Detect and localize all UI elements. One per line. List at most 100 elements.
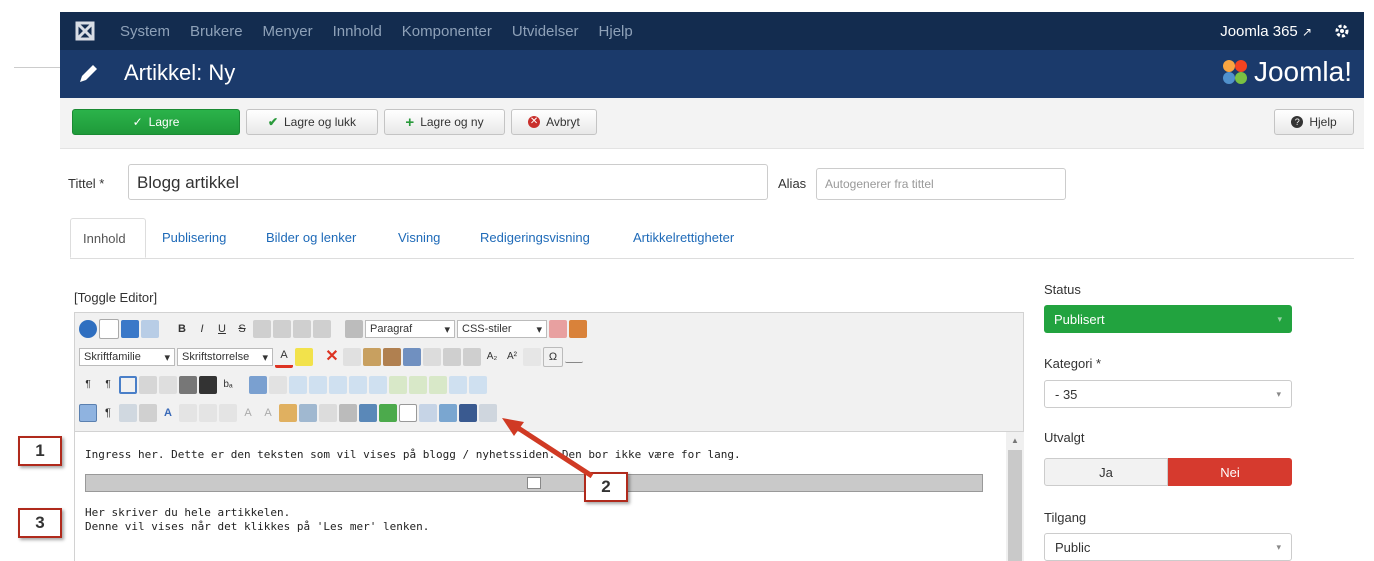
italic-icon[interactable]: I — [193, 320, 211, 338]
horizontal-rule-icon[interactable] — [565, 352, 583, 363]
highlight-color-icon[interactable] — [295, 348, 313, 366]
copy-icon[interactable] — [343, 348, 361, 366]
save-content-icon[interactable] — [459, 404, 477, 422]
featured-yes-button[interactable]: Ja — [1044, 458, 1168, 486]
alias-input[interactable]: Autogenerer fra tittel — [816, 168, 1066, 200]
quote-icon[interactable] — [345, 320, 363, 338]
col-after-icon[interactable] — [409, 376, 427, 394]
tab-publishing[interactable]: Publisering — [162, 218, 226, 258]
access-select[interactable]: Public ▾ — [1044, 533, 1292, 561]
superscript-icon[interactable]: A² — [503, 348, 521, 366]
undo-icon[interactable] — [121, 320, 139, 338]
cut-icon[interactable]: ✕ — [323, 348, 341, 366]
scroll-thumb[interactable] — [1008, 450, 1022, 561]
tab-content[interactable]: Innhold — [70, 218, 146, 258]
split-cells-icon[interactable] — [449, 376, 467, 394]
bullet-list-icon[interactable] — [463, 348, 481, 366]
save-new-button[interactable]: + Lagre og ny — [384, 109, 505, 135]
table-props-icon[interactable] — [269, 376, 287, 394]
font-size-select[interactable]: Skriftstorrelse ▾ — [177, 348, 273, 366]
numbered-list-icon[interactable] — [443, 348, 461, 366]
replace-icon[interactable]: bₐ — [219, 376, 237, 394]
menu-item-menus[interactable]: Menyer — [263, 23, 313, 40]
tab-editor-config[interactable]: Redigeringsvisning — [480, 218, 590, 258]
text-color-icon[interactable]: A — [275, 347, 293, 368]
show-blocks-icon[interactable]: ¶ — [99, 404, 117, 422]
align-left-icon[interactable] — [253, 320, 271, 338]
menu-item-components[interactable]: Komponenter — [402, 23, 492, 40]
preview-icon[interactable] — [139, 376, 157, 394]
cleanup-icon[interactable] — [569, 320, 587, 338]
tab-options[interactable]: Visning — [398, 218, 440, 258]
ltr-icon[interactable]: ¶ — [79, 376, 97, 394]
editor-scrollbar[interactable]: ▲ — [1006, 432, 1024, 561]
font-family-select[interactable]: Skriftfamilie ▾ — [79, 348, 175, 366]
fullscreen-icon[interactable] — [119, 376, 137, 394]
save-button[interactable]: ✓ Lagre — [72, 109, 240, 135]
save-close-button[interactable]: ✔ Lagre og lukk — [246, 109, 378, 135]
delete-row-icon[interactable] — [369, 376, 387, 394]
spellcheck-icon[interactable]: A — [159, 404, 177, 422]
menu-item-system[interactable]: System — [120, 23, 170, 40]
row-after-icon[interactable] — [349, 376, 367, 394]
menu-item-content[interactable]: Innhold — [333, 23, 382, 40]
help-icon[interactable] — [79, 320, 97, 338]
align-right-icon[interactable] — [293, 320, 311, 338]
toggle-editor-link[interactable]: [Toggle Editor] — [74, 290, 157, 305]
joomla-logo-icon[interactable] — [74, 20, 96, 42]
site-link[interactable]: Joomla 365 ↗ — [1220, 23, 1312, 40]
style-props-icon[interactable] — [119, 404, 137, 422]
special-char-icon[interactable]: Ω — [543, 347, 563, 367]
new-document-icon[interactable] — [99, 319, 119, 339]
delete-col-icon[interactable] — [429, 376, 447, 394]
table-icon[interactable] — [249, 376, 267, 394]
category-select[interactable]: - 35 ▾ — [1044, 380, 1292, 408]
print-icon[interactable] — [179, 376, 197, 394]
remove-format-icon[interactable] — [549, 320, 567, 338]
abbr-icon[interactable] — [139, 404, 157, 422]
underline-icon[interactable]: U — [213, 320, 231, 338]
cell-props-icon[interactable] — [309, 376, 327, 394]
media-icon[interactable] — [439, 404, 457, 422]
redo-icon[interactable] — [141, 320, 159, 338]
featured-no-button[interactable]: Nei — [1168, 458, 1292, 486]
layer-icon[interactable] — [279, 404, 297, 422]
template-insert-icon[interactable] — [419, 404, 437, 422]
del-icon[interactable] — [219, 404, 237, 422]
ins-icon[interactable]: A — [239, 404, 257, 422]
align-center-icon[interactable] — [273, 320, 291, 338]
subscript-icon[interactable]: A₂ — [483, 348, 501, 366]
acronym-icon[interactable] — [199, 404, 217, 422]
image-icon[interactable] — [359, 404, 377, 422]
help-button[interactable]: ? Hjelp — [1274, 109, 1354, 135]
css-style-select[interactable]: CSS-stiler ▾ — [457, 320, 547, 338]
align-justify-icon[interactable] — [313, 320, 331, 338]
template-icon[interactable] — [159, 376, 177, 394]
cite-icon[interactable] — [179, 404, 197, 422]
outdent-icon[interactable] — [423, 348, 441, 366]
row-props-icon[interactable] — [289, 376, 307, 394]
readmore-icon[interactable] — [399, 404, 417, 422]
paste-icon[interactable] — [363, 348, 381, 366]
scroll-up-icon[interactable]: ▲ — [1011, 436, 1019, 445]
menu-item-help[interactable]: Hjelp — [599, 23, 633, 40]
attribs-icon[interactable]: A — [259, 404, 277, 422]
col-before-icon[interactable] — [389, 376, 407, 394]
title-input[interactable]: Blogg artikkel — [128, 164, 768, 200]
tab-images-links[interactable]: Bilder og lenker — [266, 218, 356, 258]
cancel-button[interactable]: ✕ Avbryt — [511, 109, 597, 135]
paste-word-icon[interactable] — [403, 348, 421, 366]
link-icon[interactable] — [379, 404, 397, 422]
search-icon[interactable] — [199, 376, 217, 394]
nonbreaking-icon[interactable] — [319, 404, 337, 422]
status-select[interactable]: Publisert ▾ — [1044, 305, 1292, 333]
pagebreak-icon[interactable] — [339, 404, 357, 422]
merge-cells-icon[interactable] — [469, 376, 487, 394]
tab-permissions[interactable]: Artikkelrettigheter — [633, 218, 734, 258]
rtl-icon[interactable]: ¶ — [99, 376, 117, 394]
menu-item-extensions[interactable]: Utvidelser — [512, 23, 579, 40]
strikethrough-icon[interactable]: S — [233, 320, 251, 338]
format-select[interactable]: Paragraf ▾ — [365, 320, 455, 338]
paste-text-icon[interactable] — [383, 348, 401, 366]
visual-aid-icon[interactable] — [79, 404, 97, 422]
